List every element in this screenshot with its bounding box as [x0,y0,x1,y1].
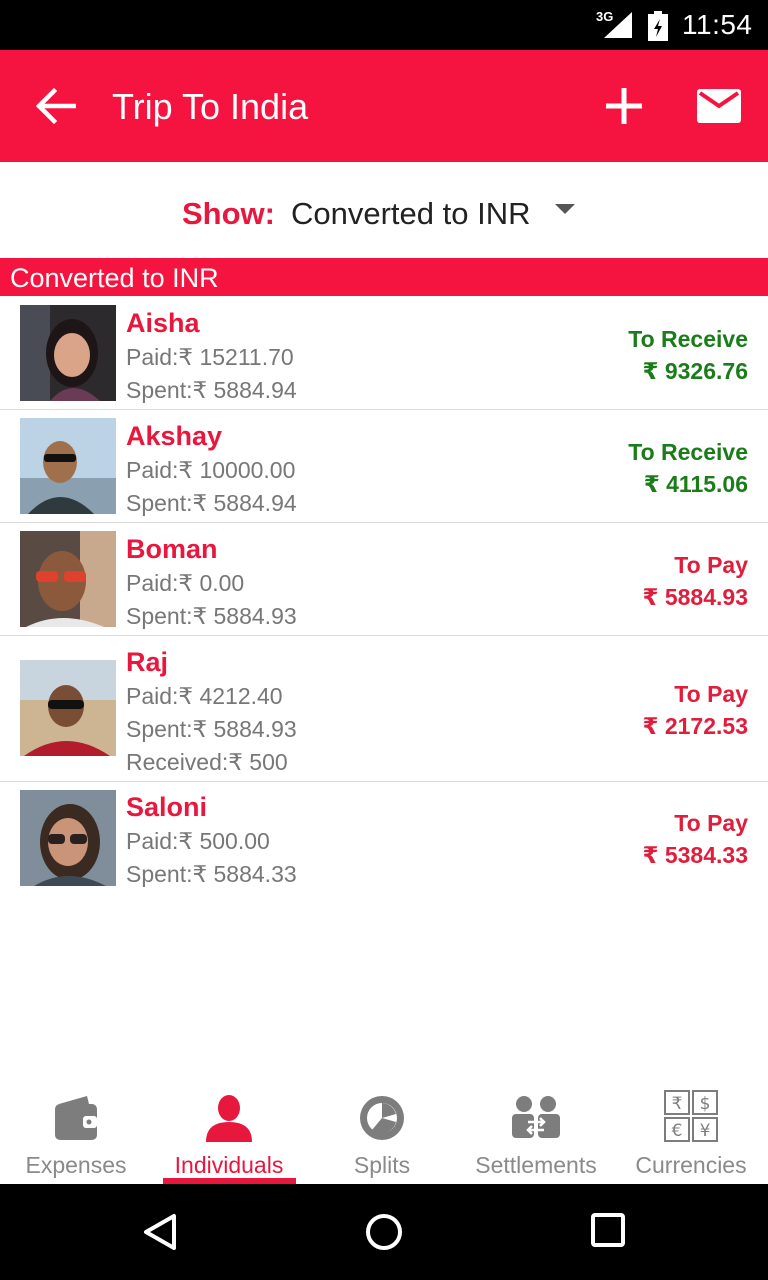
balance-amount: ₹ 9326.76 [642,358,748,384]
recents-square-icon[interactable] [590,1212,626,1248]
show-label: Show: [182,196,275,231]
status-label: To Pay [674,681,748,707]
tab-currencies[interactable]: ₹ $ € ¥ Currencies [614,1080,768,1184]
person-name: Boman [126,534,218,564]
paid-text: Paid:₹ 500.00 [126,828,270,854]
paid-text: Paid:₹ 15211.70 [126,344,294,370]
app-bar: Trip To India [0,50,768,162]
person-name: Aisha [126,308,200,338]
balance-amount: ₹ 4115.06 [643,471,748,497]
back-arrow-icon[interactable] [34,86,76,126]
dollar-symbol: $ [700,1094,711,1114]
person-icon [206,1095,252,1142]
page-title: Trip To India [112,86,309,127]
balance-amount: ₹ 5384.33 [642,842,748,868]
home-circle-icon[interactable] [364,1212,404,1252]
battery-icon [648,11,668,41]
tab-expenses[interactable]: Expenses [0,1080,152,1184]
wallet-icon [55,1096,97,1140]
status-bar: 3G 11:54 [0,0,768,50]
rupee-symbol: ₹ [672,1094,683,1114]
balance-amount: ₹ 5884.93 [642,584,748,610]
tab-settlements[interactable]: Settlements [458,1080,614,1184]
paid-text: Paid:₹ 0.00 [126,570,245,596]
back-triangle-icon[interactable] [140,1212,180,1252]
clock: 11:54 [682,9,753,40]
dropdown-arrow-icon[interactable] [555,204,575,214]
spent-text: Spent:₹ 5884.93 [126,716,297,742]
spent-text: Spent:₹ 5884.93 [126,603,297,629]
paid-text: Paid:₹ 4212.40 [126,683,283,709]
add-icon[interactable] [604,86,644,126]
list-item-saloni[interactable]: Saloni Paid:₹ 500.00 Spent:₹ 5884.33 To … [0,782,768,896]
balance-amount: ₹ 2172.53 [642,713,748,739]
signal-icon [604,12,632,38]
yen-symbol: ¥ [700,1121,711,1141]
tab-label: Splits [353,1152,411,1178]
spent-text: Spent:₹ 5884.94 [126,490,297,516]
avatar [20,531,116,627]
list-item-boman[interactable]: Boman Paid:₹ 0.00 Spent:₹ 5884.93 To Pay… [0,523,768,636]
status-label: To Receive [628,439,748,465]
euro-symbol: € [672,1121,683,1141]
currency-icon: ₹ $ € ¥ [664,1090,718,1142]
person-name: Raj [126,647,169,677]
tab-label: Currencies [635,1152,747,1178]
list-item-raj[interactable]: Raj Paid:₹ 4212.40 Spent:₹ 5884.93 Recei… [0,636,768,782]
status-label: To Pay [674,552,748,578]
bottom-nav: Expenses Individuals Splits Settlements [0,1080,768,1184]
tab-individuals[interactable]: Individuals [152,1080,306,1184]
system-nav-bar [0,1184,768,1280]
avatar [20,660,116,756]
list-item-aisha[interactable]: Aisha Paid:₹ 15211.70 Spent:₹ 5884.94 To… [0,296,768,410]
status-label: To Receive [628,326,748,352]
person-name: Akshay [126,421,223,451]
people-exchange-icon [512,1096,560,1138]
person-name: Saloni [126,792,208,822]
spent-text: Spent:₹ 5884.94 [126,377,297,403]
spent-text: Spent:₹ 5884.33 [126,861,297,887]
paid-text: Paid:₹ 10000.00 [126,457,296,483]
mail-icon[interactable] [697,89,741,123]
received-text: Received:₹ 500 [126,749,288,775]
tab-label: Settlements [475,1152,597,1178]
avatar [20,418,116,514]
status-label: To Pay [674,810,748,836]
tab-label: Expenses [25,1152,127,1178]
pie-icon [360,1096,404,1140]
tab-splits[interactable]: Splits [306,1080,458,1184]
section-header: Converted to INR [0,258,768,296]
list-item-akshay[interactable]: Akshay Paid:₹ 10000.00 Spent:₹ 5884.94 T… [0,410,768,523]
avatar [20,790,116,886]
tab-label: Individuals [174,1152,284,1178]
avatar [20,305,116,401]
show-dropdown-value[interactable]: Converted to INR [291,196,531,232]
show-selector[interactable]: Show: Converted to INR [0,162,768,258]
